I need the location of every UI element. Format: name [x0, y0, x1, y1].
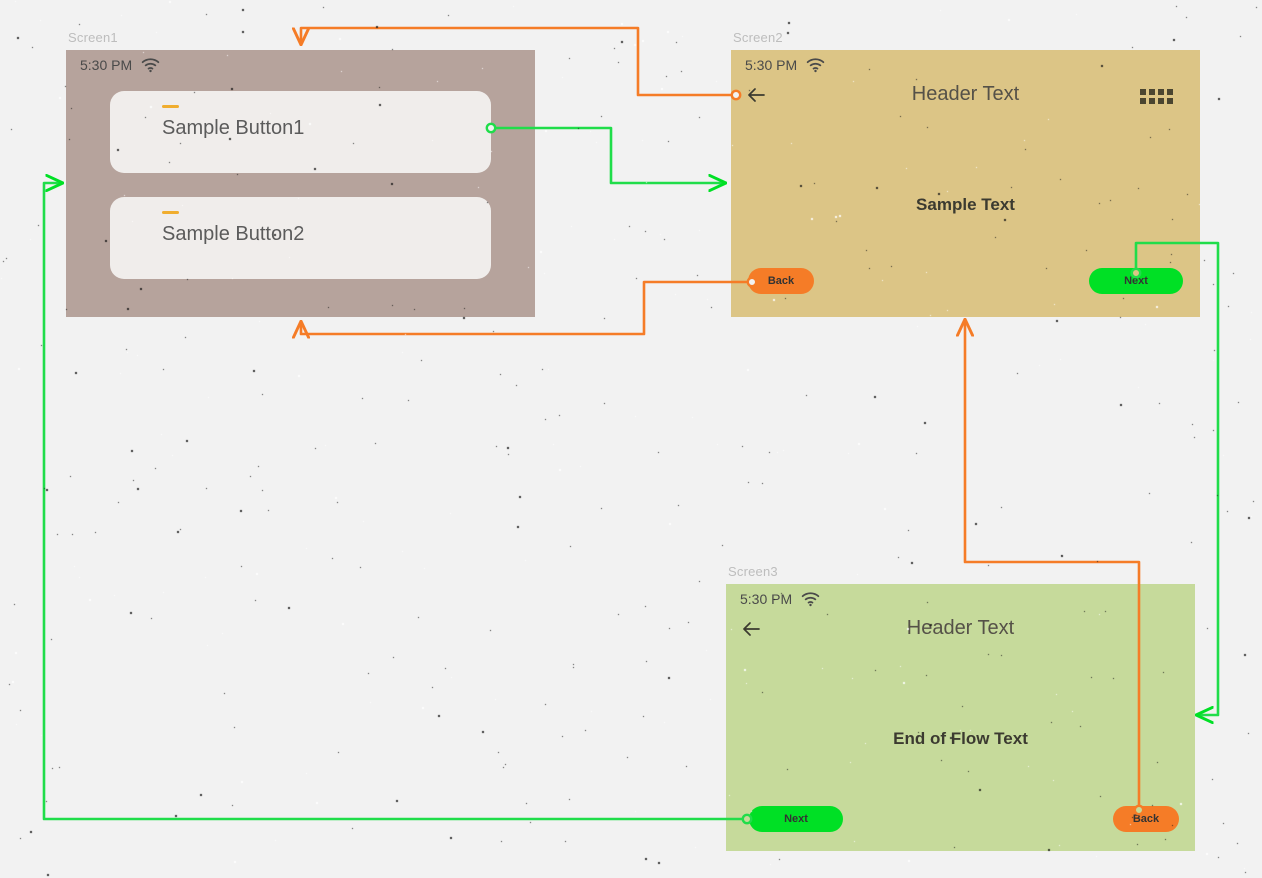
screen-card-screen2[interactable]: Screen2 5:30 PM Header Text Sample Text … — [731, 30, 1200, 317]
sample-button-2-label: Sample Button2 — [162, 223, 305, 245]
screen-label-screen1: Screen1 — [68, 30, 118, 45]
header-title: Header Text — [911, 83, 1020, 105]
card-accent-dash — [162, 105, 179, 108]
status-time: 5:30 PM — [740, 591, 793, 607]
screen2-back-button[interactable]: Back — [748, 268, 814, 294]
wifi-icon — [801, 591, 820, 607]
screen-label-screen2: Screen2 — [733, 30, 783, 45]
wifi-icon — [141, 57, 160, 73]
screen-card-screen1[interactable]: Screen1 5:30 PM Sample Button1 Sample Bu… — [66, 30, 535, 317]
screen-label-screen3: Screen3 — [728, 564, 778, 579]
screen2-next-label: Next — [1124, 275, 1148, 287]
status-bar: 5:30 PM — [80, 57, 160, 73]
grid-menu-icon[interactable] — [1140, 89, 1173, 104]
status-bar: 5:30 PM — [745, 57, 825, 73]
screen3-body: 5:30 PM Header Text End of Flow Text Nex… — [726, 584, 1195, 851]
screen3-next-button[interactable]: Next — [749, 806, 843, 832]
screen3-body-text: End of Flow Text — [893, 729, 1028, 748]
screen2-back-label: Back — [767, 275, 795, 287]
screen-card-screen3[interactable]: Screen3 5:30 PM Header Text End of Flow … — [726, 564, 1195, 851]
status-bar: 5:30 PM — [740, 591, 820, 607]
status-time: 5:30 PM — [745, 57, 798, 73]
sample-button-1[interactable]: Sample Button1 — [110, 91, 491, 173]
flow-canvas[interactable]: Screen1 5:30 PM Sample Button1 Sample Bu… — [0, 0, 1262, 878]
screen3-back-label: Back — [1132, 813, 1160, 825]
sample-button-2[interactable]: Sample Button2 — [110, 197, 491, 279]
screen2-next-button[interactable]: Next — [1089, 268, 1183, 294]
screen2-body: 5:30 PM Header Text Sample Text Back Nex… — [731, 50, 1200, 317]
screen3-next-label: Next — [784, 813, 808, 825]
status-time: 5:30 PM — [80, 57, 133, 73]
sample-button-1-label: Sample Button1 — [162, 117, 305, 139]
screen2-body-text: Sample Text — [916, 195, 1015, 214]
wifi-icon — [806, 57, 825, 73]
screen3-back-button[interactable]: Back — [1113, 806, 1179, 832]
screen1-body: 5:30 PM Sample Button1 Sample Button2 — [66, 50, 535, 317]
card-accent-dash — [162, 211, 179, 214]
header-title: Header Text — [906, 617, 1015, 639]
